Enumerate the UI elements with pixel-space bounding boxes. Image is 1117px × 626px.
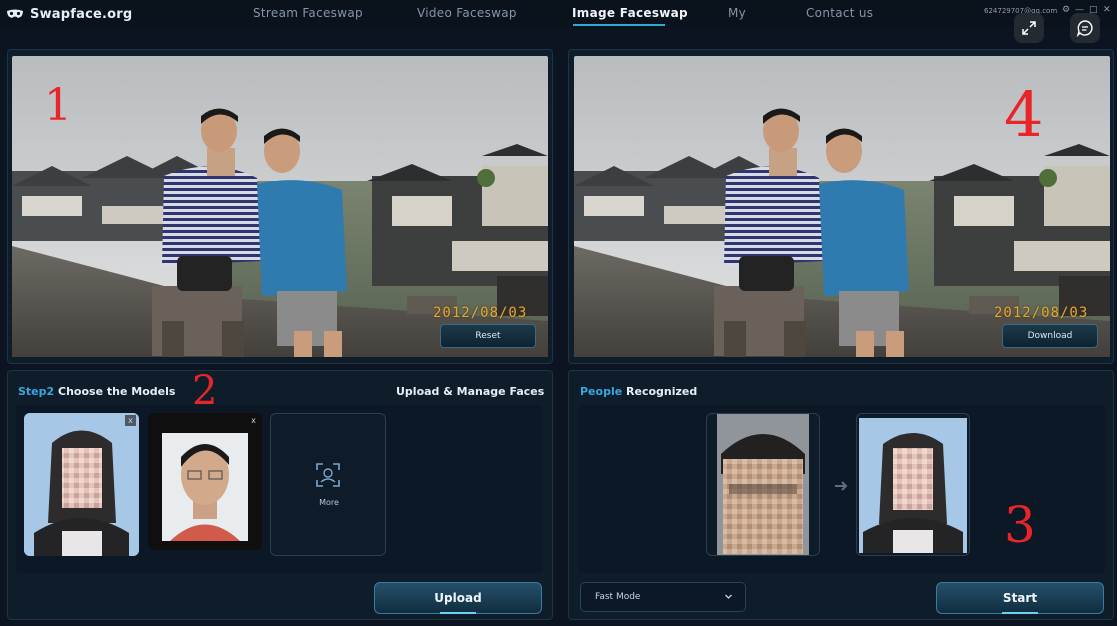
nav-my[interactable]: My (728, 6, 746, 20)
models-title: Choose the Models (58, 385, 176, 398)
mode-select[interactable]: Fast Mode (580, 582, 746, 612)
start-button[interactable]: Start (936, 582, 1104, 614)
face-scan-icon (316, 463, 340, 487)
start-label: Start (1002, 591, 1038, 605)
source-date-stamp: 2012/08/03 (433, 305, 528, 321)
top-bar (0, 0, 1117, 28)
mask-logo-icon (7, 9, 23, 18)
app-logo[interactable]: Swapface.org (6, 5, 132, 23)
result-date-stamp: 2012/08/03 (994, 305, 1089, 321)
target-face-card[interactable] (856, 413, 970, 556)
settings-icon[interactable]: ⚙ (1062, 5, 1070, 15)
expand-icon (1022, 21, 1036, 35)
detected-face-photo (717, 414, 809, 555)
upload-button-glow (440, 612, 476, 614)
expand-button[interactable] (1014, 13, 1044, 43)
model-photo-1 (24, 413, 139, 556)
upload-manage-faces-link[interactable]: Upload & Manage Faces (396, 385, 544, 398)
detected-face-card[interactable] (706, 413, 820, 556)
nav-video-faceswap[interactable]: Video Faceswap (417, 6, 517, 20)
upload-label: Upload (434, 591, 482, 605)
chat-button[interactable] (1070, 13, 1100, 43)
close-window-icon[interactable]: ✕ (1103, 5, 1111, 15)
app-name: Swapface.org (30, 6, 133, 22)
more-label: More (319, 498, 339, 507)
chevron-down-icon (725, 594, 732, 599)
people-title-accent: People (580, 385, 623, 398)
model-photo-2 (148, 413, 262, 550)
model-card-1[interactable]: x (24, 413, 139, 556)
target-face-photo (859, 418, 967, 553)
nav-stream-faceswap[interactable]: Stream Faceswap (253, 6, 363, 20)
reset-button[interactable]: Reset (440, 324, 536, 348)
people-panel-title: People Recognized (580, 385, 697, 398)
chat-icon (1076, 20, 1093, 37)
remove-model-1-button[interactable]: x (125, 415, 136, 426)
step-label: Step2 (18, 385, 55, 398)
start-button-glow (1002, 612, 1038, 614)
active-tab-indicator (573, 24, 665, 26)
mode-select-value: Fast Mode (595, 592, 641, 602)
arrow-right-icon (835, 481, 848, 491)
more-models-card[interactable]: More (270, 413, 386, 556)
people-title-rest: Recognized (626, 385, 698, 398)
upload-button[interactable]: Upload (374, 582, 542, 614)
model-card-2[interactable]: x (148, 413, 262, 550)
nav-image-faceswap[interactable]: Image Faceswap (572, 6, 688, 20)
remove-model-2-button[interactable]: x (248, 415, 259, 426)
models-panel-title: Step2 Choose the Models (18, 385, 175, 398)
download-button[interactable]: Download (1002, 324, 1098, 348)
nav-contact-us[interactable]: Contact us (806, 6, 873, 20)
